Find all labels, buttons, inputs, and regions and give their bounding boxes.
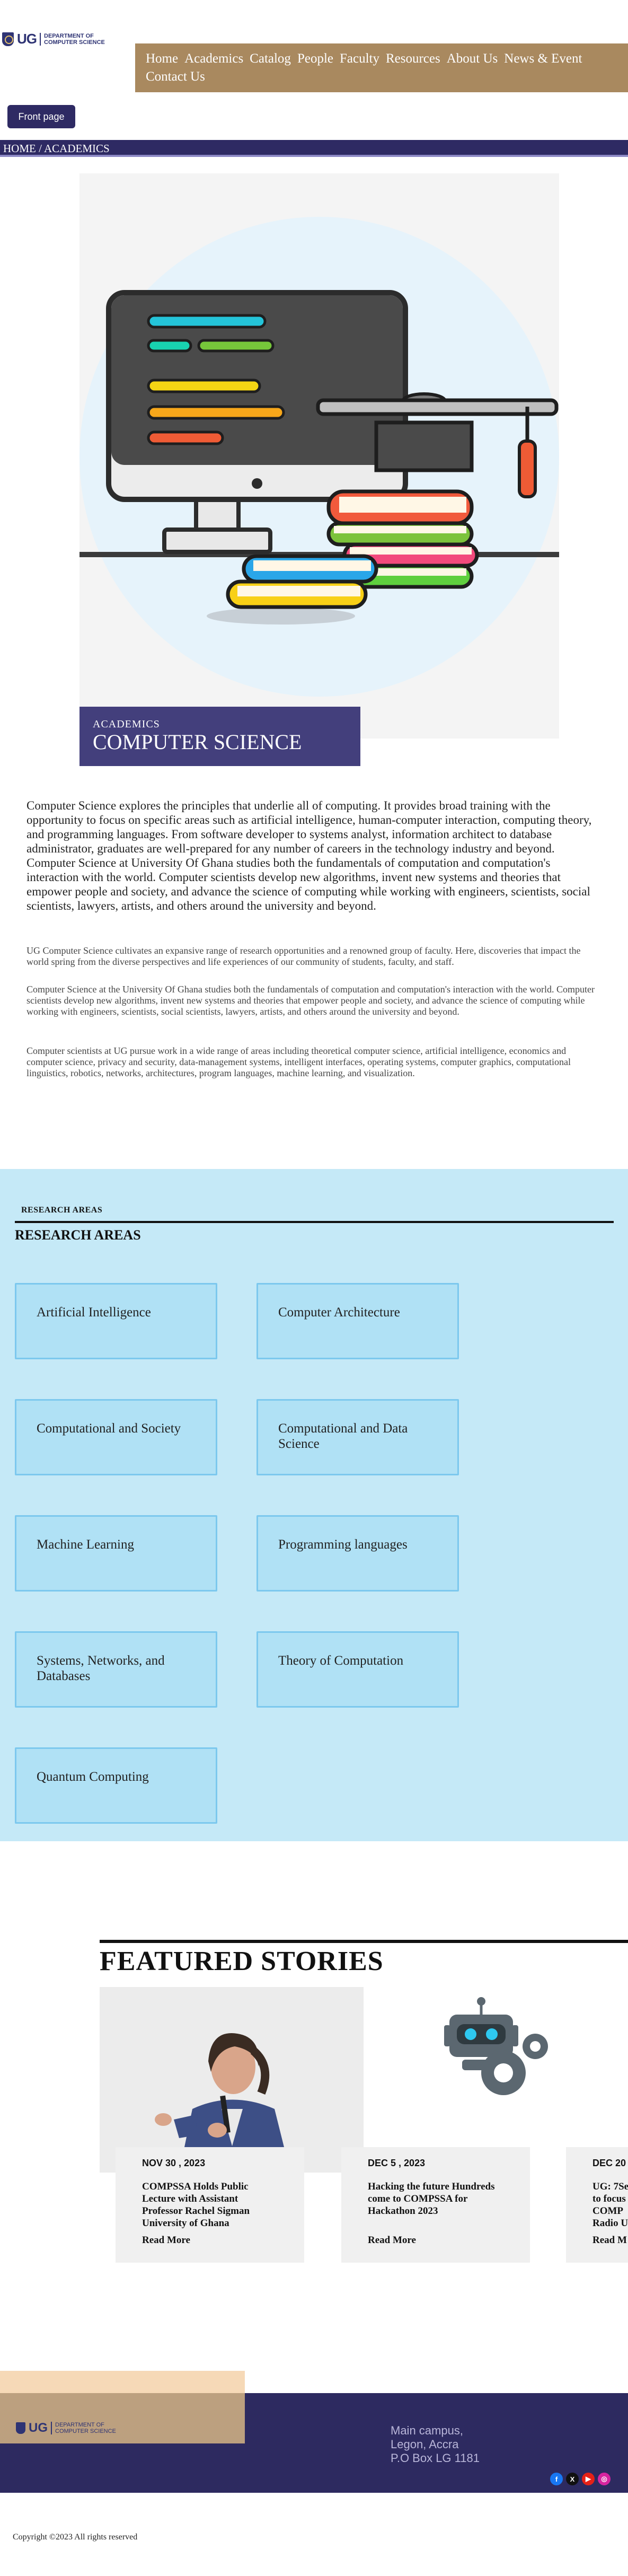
logo-dept-line2: COMPUTER SCIENCE [44, 39, 105, 46]
instagram-icon[interactable]: ◎ [598, 2473, 611, 2485]
research-card[interactable]: Machine Learning [15, 1515, 217, 1592]
story-date: DEC 5 , 2023 [368, 2158, 426, 2168]
story-card[interactable]: DEC 20 UG: 7Sec to focus - COMP Radio U … [566, 2147, 628, 2263]
footer-address: Main campus, Legon, Accra P.O Box LG 118… [391, 2424, 480, 2465]
research-title: RESEARCH AREAS [15, 1227, 141, 1243]
featured-divider [100, 1940, 628, 1943]
story-date: DEC 20 [592, 2158, 626, 2168]
footer-accent [0, 2393, 245, 2443]
story-photo[interactable] [419, 1993, 578, 2110]
computer-books-illustration [79, 290, 559, 625]
footer-logo-ug: UG [29, 2421, 48, 2435]
research-areas-tab[interactable]: RESEARCH AREAS [21, 1206, 102, 1215]
body-paragraph: Computer Science at the University Of Gh… [26, 984, 595, 1017]
breadcrumb[interactable]: HOME / ACADEMICS [0, 140, 628, 157]
nav-news-event[interactable]: News & Event [504, 51, 582, 67]
read-more-link[interactable]: Read More [142, 2235, 278, 2246]
nav-resources[interactable]: Resources [386, 51, 440, 67]
hero-label-big: COMPUTER SCIENCE [93, 730, 302, 754]
ug-shield-icon [16, 2422, 25, 2434]
address-line: Legon, Accra [391, 2438, 459, 2451]
intro-paragraph: Computer Science at University Of Ghana … [26, 856, 590, 912]
research-card[interactable]: Computational and Society [15, 1399, 217, 1475]
nav-home[interactable]: Home [146, 51, 178, 67]
research-card[interactable]: Quantum Computing [15, 1747, 217, 1824]
lecturer-photo [100, 1987, 364, 2173]
story-photo[interactable] [100, 1987, 364, 2173]
read-more-link[interactable]: Read M [592, 2235, 628, 2246]
nav-about-us[interactable]: About Us [447, 51, 498, 67]
logo-dept-line1: DEPARTMENT OF [44, 32, 94, 39]
hero-illustration [79, 173, 559, 738]
address-line: P.O Box LG 1181 [391, 2451, 480, 2465]
copyright: Copyright ©2023 All rights reserved [13, 2533, 138, 2542]
footer-dept-line2: COMPUTER SCIENCE [55, 2428, 116, 2434]
x-icon[interactable]: X [566, 2473, 579, 2485]
robot-gear-icon [444, 1997, 548, 2095]
body-paragraph: Computer scientists at UG pursue work in… [26, 1045, 571, 1078]
address-line: Main campus, [391, 2424, 463, 2437]
logo-dept-text: DEPARTMENT OF COMPUTER SCIENCE [40, 32, 105, 46]
ug-shield-icon [2, 32, 14, 46]
nav-people[interactable]: People [297, 51, 333, 67]
hero-label: ACADEMICS COMPUTER SCIENCE [79, 707, 360, 766]
nav-faculty[interactable]: Faculty [340, 51, 379, 67]
footer-dept-line1: DEPARTMENT OF [55, 2422, 104, 2428]
research-card[interactable]: Artificial Intelligence [15, 1283, 217, 1359]
story-card[interactable]: NOV 30 , 2023 COMPSSA Holds Public Lectu… [116, 2147, 304, 2263]
story-title[interactable]: COMPSSA Holds Public Lecture with Assist… [142, 2181, 278, 2230]
story-card[interactable]: DEC 5 , 2023 Hacking the future Hundreds… [341, 2147, 530, 2263]
front-page-button[interactable]: Front page [7, 105, 75, 128]
featured-title: FEATURED STORIES [100, 1946, 384, 1976]
social-links: f X ▶ ◎ [550, 2473, 611, 2485]
body-paragraph: UG Computer Science cultivates an expans… [26, 945, 581, 967]
read-more-link[interactable]: Read More [368, 2235, 503, 2246]
research-card[interactable]: Theory of Computation [256, 1631, 459, 1708]
research-card[interactable]: Programming languages [256, 1515, 459, 1592]
footer-logo-dept: DEPARTMENT OF COMPUTER SCIENCE [51, 2422, 116, 2434]
header-logo[interactable]: UG DEPARTMENT OF COMPUTER SCIENCE [2, 31, 105, 47]
research-card[interactable]: Computational and Data Science [256, 1399, 459, 1475]
intro-text: Computer Science explores the principles… [26, 798, 604, 913]
nav-academics[interactable]: Academics [184, 51, 243, 67]
story-title[interactable]: UG: 7Sec to focus - COMP Radio U [592, 2181, 628, 2230]
page: UG DEPARTMENT OF COMPUTER SCIENCE Home A… [0, 0, 628, 2576]
research-tab-bar: RESEARCH AREAS [15, 1201, 614, 1223]
nav-contact-us[interactable]: Contact Us [146, 69, 205, 85]
story-title[interactable]: Hacking the future Hundreds come to COMP… [368, 2181, 503, 2230]
research-section [0, 1169, 628, 1841]
research-card[interactable]: Systems, Networks, and Databases [15, 1631, 217, 1708]
story-date: NOV 30 , 2023 [142, 2158, 206, 2168]
logo-ug-text: UG [17, 31, 37, 47]
research-card[interactable]: Computer Architecture [256, 1283, 459, 1359]
nav-catalog[interactable]: Catalog [250, 51, 291, 67]
intro-paragraph: Computer Science explores the principles… [26, 799, 592, 855]
main-nav: Home Academics Catalog People Faculty Re… [135, 43, 628, 92]
hero-label-small: ACADEMICS [93, 718, 160, 730]
footer-logo[interactable]: UG DEPARTMENT OF COMPUTER SCIENCE [16, 2421, 116, 2436]
youtube-icon[interactable]: ▶ [582, 2473, 595, 2485]
facebook-icon[interactable]: f [550, 2473, 563, 2485]
